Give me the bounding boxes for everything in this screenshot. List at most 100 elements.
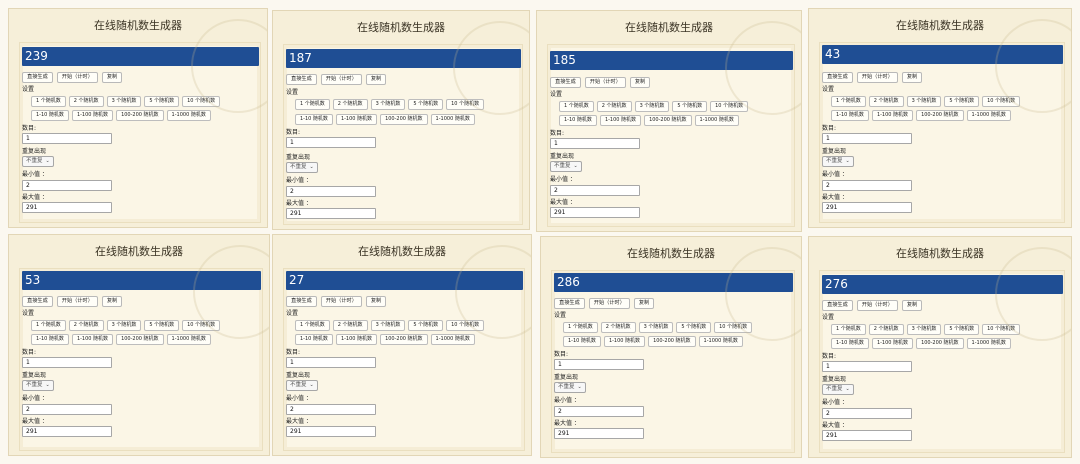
min-input[interactable]: 2 — [286, 186, 376, 197]
preset-range-1-10-button[interactable]: 1-10 随机数 — [831, 338, 869, 349]
repeat-select[interactable]: 不重复 ⌄ — [554, 382, 586, 393]
direct-generate-button[interactable]: 直接生成 — [822, 300, 853, 311]
preset-10-count-button[interactable]: 10 个随机数 — [182, 96, 221, 107]
preset-2-count-button[interactable]: 2 个随机数 — [868, 96, 904, 107]
count-input[interactable]: 1 — [822, 133, 912, 144]
preset-range-1-1000-button[interactable]: 1-1000 随机数 — [694, 115, 739, 126]
preset-range-100-200-button[interactable]: 100-200 随机数 — [644, 115, 692, 126]
preset-1-count-button[interactable]: 1 个随机数 — [831, 96, 866, 107]
copy-button[interactable]: 复制 — [901, 300, 923, 311]
preset-3-count-button[interactable]: 3 个随机数 — [906, 96, 942, 107]
timed-start-button[interactable]: 开始（计时） — [588, 298, 630, 309]
repeat-select[interactable]: 不重复 ⌄ — [550, 161, 582, 172]
preset-2-count-button[interactable]: 2 个随机数 — [596, 101, 632, 112]
max-input[interactable]: 291 — [286, 426, 376, 437]
preset-range-1-10-button[interactable]: 1-10 随机数 — [295, 334, 333, 345]
count-input[interactable]: 1 — [22, 133, 112, 144]
max-input[interactable]: 291 — [22, 426, 112, 437]
preset-range-1-1000-button[interactable]: 1-1000 随机数 — [966, 338, 1011, 349]
copy-button[interactable]: 复制 — [629, 77, 651, 88]
preset-1-count-button[interactable]: 1 个随机数 — [295, 320, 330, 331]
preset-2-count-button[interactable]: 2 个随机数 — [868, 324, 904, 335]
preset-range-1-100-button[interactable]: 1-100 随机数 — [335, 334, 378, 345]
repeat-select[interactable]: 不重复 ⌄ — [286, 162, 318, 173]
min-input[interactable]: 2 — [286, 404, 376, 415]
preset-range-1-100-button[interactable]: 1-100 随机数 — [599, 115, 642, 126]
preset-range-1-10-button[interactable]: 1-10 随机数 — [559, 115, 597, 126]
preset-3-count-button[interactable]: 3 个随机数 — [106, 96, 142, 107]
max-input[interactable]: 291 — [554, 428, 644, 439]
repeat-select[interactable]: 不重复 ⌄ — [22, 380, 54, 391]
preset-range-1-100-button[interactable]: 1-100 随机数 — [871, 110, 914, 121]
preset-5-count-button[interactable]: 5 个随机数 — [944, 324, 980, 335]
preset-range-1-1000-button[interactable]: 1-1000 随机数 — [430, 334, 475, 345]
direct-generate-button[interactable]: 直接生成 — [22, 296, 53, 307]
max-input[interactable]: 291 — [22, 202, 112, 213]
preset-range-1-10-button[interactable]: 1-10 随机数 — [31, 110, 69, 121]
preset-range-100-200-button[interactable]: 100-200 随机数 — [916, 110, 964, 121]
min-input[interactable]: 2 — [822, 408, 912, 419]
preset-5-count-button[interactable]: 5 个随机数 — [944, 96, 980, 107]
preset-range-100-200-button[interactable]: 100-200 随机数 — [116, 110, 164, 121]
preset-range-100-200-button[interactable]: 100-200 随机数 — [116, 334, 164, 345]
preset-3-count-button[interactable]: 3 个随机数 — [370, 99, 406, 110]
preset-range-1-10-button[interactable]: 1-10 随机数 — [295, 114, 333, 125]
preset-range-100-200-button[interactable]: 100-200 随机数 — [648, 336, 696, 347]
preset-10-count-button[interactable]: 10 个随机数 — [446, 99, 485, 110]
preset-5-count-button[interactable]: 5 个随机数 — [408, 99, 444, 110]
repeat-select[interactable]: 不重复 ⌄ — [822, 384, 854, 395]
direct-generate-button[interactable]: 直接生成 — [286, 296, 317, 307]
direct-generate-button[interactable]: 直接生成 — [286, 74, 317, 85]
preset-range-1-1000-button[interactable]: 1-1000 随机数 — [166, 110, 211, 121]
count-input[interactable]: 1 — [22, 357, 112, 368]
preset-5-count-button[interactable]: 5 个随机数 — [144, 320, 180, 331]
timed-start-button[interactable]: 开始（计时） — [856, 72, 898, 83]
preset-2-count-button[interactable]: 2 个随机数 — [332, 320, 368, 331]
timed-start-button[interactable]: 开始（计时） — [584, 77, 626, 88]
preset-5-count-button[interactable]: 5 个随机数 — [672, 101, 708, 112]
max-input[interactable]: 291 — [550, 207, 640, 218]
timed-start-button[interactable]: 开始（计时） — [320, 296, 362, 307]
preset-range-100-200-button[interactable]: 100-200 随机数 — [916, 338, 964, 349]
count-input[interactable]: 1 — [822, 361, 912, 372]
preset-3-count-button[interactable]: 3 个随机数 — [638, 322, 674, 333]
preset-range-100-200-button[interactable]: 100-200 随机数 — [380, 334, 428, 345]
max-input[interactable]: 291 — [822, 202, 912, 213]
preset-2-count-button[interactable]: 2 个随机数 — [68, 320, 104, 331]
min-input[interactable]: 2 — [22, 180, 112, 191]
preset-10-count-button[interactable]: 10 个随机数 — [710, 101, 749, 112]
min-input[interactable]: 2 — [550, 185, 640, 196]
preset-1-count-button[interactable]: 1 个随机数 — [31, 320, 66, 331]
preset-range-1-1000-button[interactable]: 1-1000 随机数 — [166, 334, 211, 345]
repeat-select[interactable]: 不重复 ⌄ — [22, 156, 54, 167]
repeat-select[interactable]: 不重复 ⌄ — [286, 380, 318, 391]
min-input[interactable]: 2 — [554, 406, 644, 417]
preset-range-1-1000-button[interactable]: 1-1000 随机数 — [966, 110, 1011, 121]
preset-range-1-1000-button[interactable]: 1-1000 随机数 — [698, 336, 743, 347]
max-input[interactable]: 291 — [286, 208, 376, 219]
copy-button[interactable]: 复制 — [101, 72, 123, 83]
preset-10-count-button[interactable]: 10 个随机数 — [446, 320, 485, 331]
direct-generate-button[interactable]: 直接生成 — [554, 298, 585, 309]
preset-3-count-button[interactable]: 3 个随机数 — [906, 324, 942, 335]
min-input[interactable]: 2 — [22, 404, 112, 415]
copy-button[interactable]: 复制 — [365, 74, 387, 85]
preset-1-count-button[interactable]: 1 个随机数 — [31, 96, 66, 107]
preset-2-count-button[interactable]: 2 个随机数 — [68, 96, 104, 107]
preset-1-count-button[interactable]: 1 个随机数 — [559, 101, 594, 112]
preset-10-count-button[interactable]: 10 个随机数 — [982, 324, 1021, 335]
count-input[interactable]: 1 — [286, 357, 376, 368]
preset-3-count-button[interactable]: 3 个随机数 — [370, 320, 406, 331]
preset-1-count-button[interactable]: 1 个随机数 — [563, 322, 598, 333]
preset-5-count-button[interactable]: 5 个随机数 — [408, 320, 444, 331]
copy-button[interactable]: 复制 — [101, 296, 123, 307]
preset-2-count-button[interactable]: 2 个随机数 — [600, 322, 636, 333]
timed-start-button[interactable]: 开始（计时） — [320, 74, 362, 85]
preset-range-1-10-button[interactable]: 1-10 随机数 — [31, 334, 69, 345]
direct-generate-button[interactable]: 直接生成 — [822, 72, 853, 83]
preset-range-100-200-button[interactable]: 100-200 随机数 — [380, 114, 428, 125]
copy-button[interactable]: 复制 — [633, 298, 655, 309]
preset-range-1-100-button[interactable]: 1-100 随机数 — [335, 114, 378, 125]
direct-generate-button[interactable]: 直接生成 — [550, 77, 581, 88]
count-input[interactable]: 1 — [550, 138, 640, 149]
